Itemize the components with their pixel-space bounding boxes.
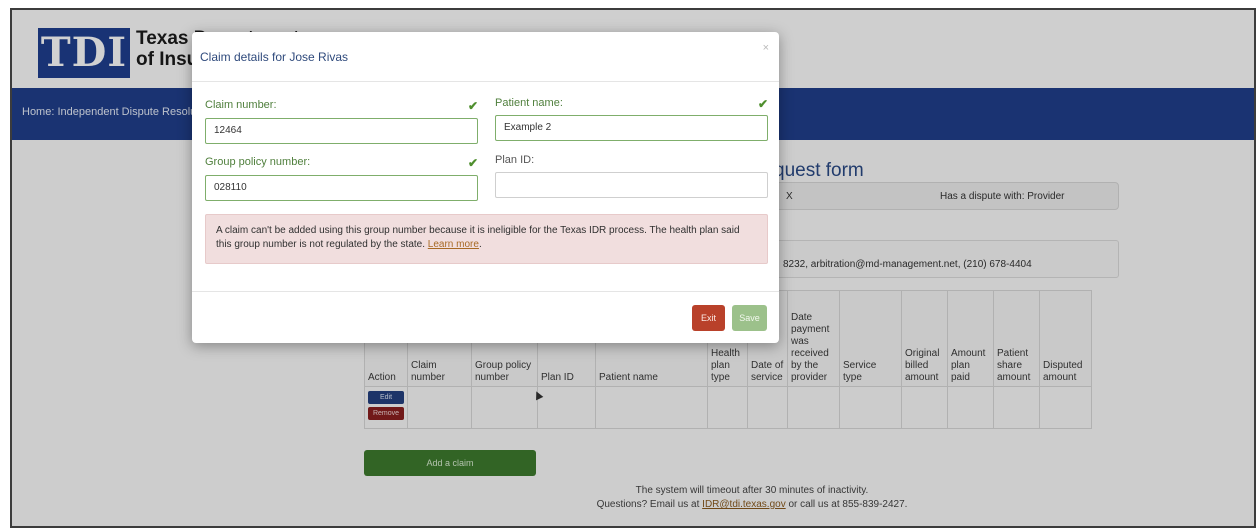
modal-footer: Exit Save: [192, 291, 779, 343]
ineligible-group-alert: A claim can't be added using this group …: [205, 214, 768, 264]
claim-details-modal: Claim details for Jose Rivas × Claim num…: [192, 32, 779, 343]
group-policy-number-label: Group policy number:: [205, 156, 311, 168]
screenshot-frame: TDI Texas Department of Insurance Home: …: [10, 8, 1256, 528]
learn-more-link[interactable]: Learn more: [428, 239, 479, 250]
patient-name-valid-check-icon: ✔: [758, 97, 769, 111]
exit-button[interactable]: Exit: [692, 305, 725, 331]
patient-name-input[interactable]: Example 2: [495, 115, 768, 141]
modal-title: Claim details for Jose Rivas: [200, 50, 349, 64]
claim-number-input[interactable]: 12464: [205, 118, 478, 144]
save-button[interactable]: Save: [732, 305, 767, 331]
alert-period: .: [478, 239, 482, 250]
modal-header: Claim details for Jose Rivas ×: [192, 32, 779, 82]
group-policy-valid-check-icon: ✔: [468, 156, 479, 170]
close-icon[interactable]: ×: [763, 42, 769, 54]
plan-id-label: Plan ID:: [495, 154, 535, 166]
group-policy-number-input[interactable]: 028110: [205, 175, 478, 201]
patient-name-label: Patient name:: [495, 97, 563, 109]
claim-number-label: Claim number:: [205, 99, 277, 111]
claim-number-valid-check-icon: ✔: [468, 99, 479, 113]
plan-id-input[interactable]: [495, 172, 768, 198]
